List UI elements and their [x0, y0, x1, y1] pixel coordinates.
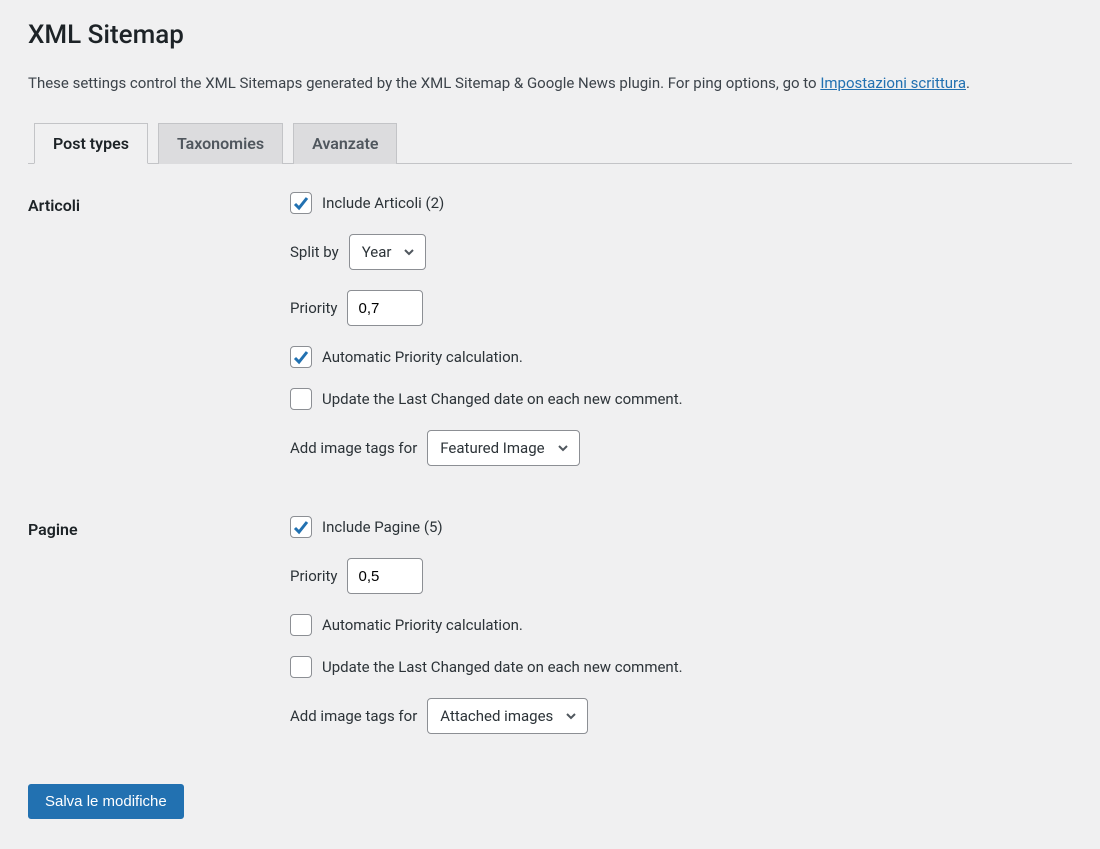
update-last-articoli-label: Update the Last Changed date on each new…	[322, 390, 683, 408]
include-pagine-label: Include Pagine (5)	[322, 518, 443, 536]
save-button[interactable]: Salva le modifiche	[28, 784, 184, 819]
section-heading-articoli: Articoli	[28, 192, 290, 466]
auto-priority-articoli-checkbox[interactable]	[290, 346, 312, 368]
split-by-select[interactable]: Year	[349, 234, 427, 270]
split-by-label: Split by	[290, 243, 339, 261]
priority-label-pagine: Priority	[290, 567, 337, 585]
priority-label-articoli: Priority	[290, 299, 337, 317]
split-by-value: Year	[362, 243, 392, 261]
section-heading-pagine: Pagine	[28, 516, 290, 734]
intro-suffix: .	[966, 74, 970, 92]
page-title: XML Sitemap	[28, 20, 1072, 50]
tab-taxonomies[interactable]: Taxonomies	[158, 123, 283, 164]
chevron-down-icon	[557, 442, 569, 454]
image-tags-select-pagine[interactable]: Attached images	[427, 698, 588, 734]
update-last-articoli-checkbox[interactable]	[290, 388, 312, 410]
intro-prefix: These settings control the XML Sitemaps …	[28, 74, 820, 92]
check-icon	[293, 349, 309, 365]
tab-advanced[interactable]: Avanzate	[293, 123, 397, 164]
section-pagine: Pagine Include Pagine (5) Priority Autom…	[28, 516, 1072, 734]
priority-input-articoli[interactable]	[347, 290, 423, 326]
image-tags-label-articoli: Add image tags for	[290, 439, 417, 457]
update-last-pagine-label: Update the Last Changed date on each new…	[322, 658, 683, 676]
include-pagine-checkbox[interactable]	[290, 516, 312, 538]
chevron-down-icon	[565, 710, 577, 722]
auto-priority-pagine-label: Automatic Priority calculation.	[322, 616, 523, 634]
include-articoli-checkbox[interactable]	[290, 192, 312, 214]
image-tags-value-pagine: Attached images	[440, 707, 553, 725]
update-last-pagine-checkbox[interactable]	[290, 656, 312, 678]
image-tags-select-articoli[interactable]: Featured Image	[427, 430, 579, 466]
intro-text: These settings control the XML Sitemaps …	[28, 74, 1072, 92]
tabs-nav: Post types Taxonomies Avanzate	[28, 122, 1072, 164]
check-icon	[293, 195, 309, 211]
auto-priority-articoli-label: Automatic Priority calculation.	[322, 348, 523, 366]
auto-priority-pagine-checkbox[interactable]	[290, 614, 312, 636]
intro-link[interactable]: Impostazioni scrittura	[820, 74, 966, 92]
image-tags-label-pagine: Add image tags for	[290, 707, 417, 725]
section-articoli: Articoli Include Articoli (2) Split by Y…	[28, 192, 1072, 466]
chevron-down-icon	[403, 246, 415, 258]
check-icon	[293, 519, 309, 535]
tab-post-types[interactable]: Post types	[34, 123, 148, 164]
priority-input-pagine[interactable]	[347, 558, 423, 594]
image-tags-value-articoli: Featured Image	[440, 439, 544, 457]
include-articoli-label: Include Articoli (2)	[322, 194, 444, 212]
